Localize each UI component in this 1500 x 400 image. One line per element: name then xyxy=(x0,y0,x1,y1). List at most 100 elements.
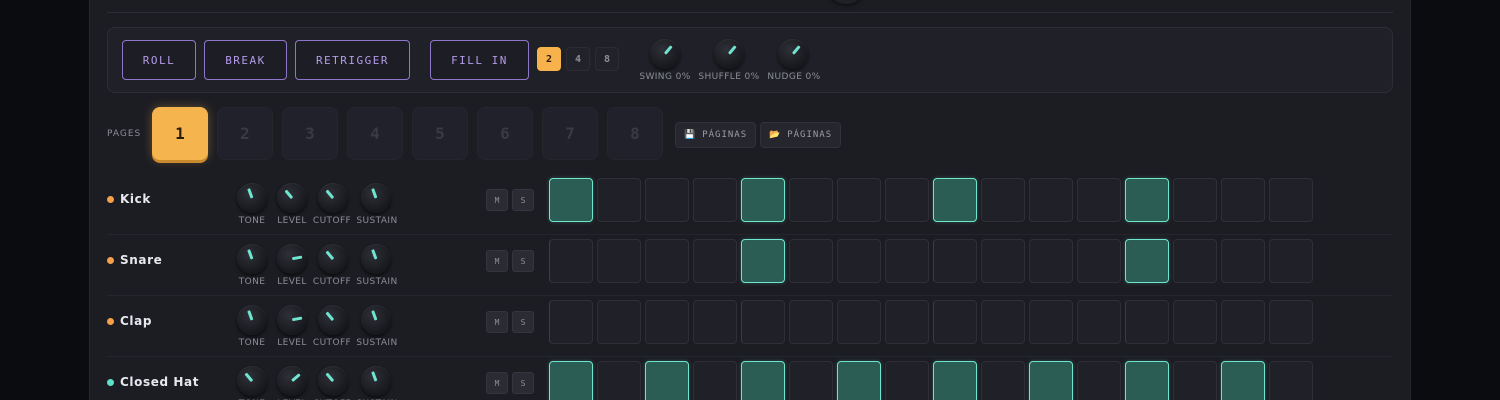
cutoff-knob[interactable] xyxy=(318,305,348,335)
page-4-button[interactable]: 4 xyxy=(347,107,403,160)
step-cell[interactable] xyxy=(885,178,929,222)
step-cell[interactable] xyxy=(645,300,689,344)
step-cell[interactable] xyxy=(549,239,593,283)
step-cell[interactable] xyxy=(1173,300,1217,344)
step-cell[interactable] xyxy=(837,239,881,283)
step-cell[interactable] xyxy=(1269,239,1313,283)
solo-button[interactable]: S xyxy=(512,311,534,333)
page-1-button[interactable]: 1 xyxy=(152,107,208,160)
step-cell[interactable] xyxy=(933,178,977,222)
step-cell[interactable] xyxy=(789,300,833,344)
step-cell[interactable] xyxy=(693,239,737,283)
step-cell[interactable] xyxy=(549,178,593,222)
step-cell[interactable] xyxy=(693,361,737,400)
step-cell[interactable] xyxy=(1173,178,1217,222)
division-4-button[interactable]: 4 xyxy=(566,47,590,71)
step-cell[interactable] xyxy=(789,239,833,283)
step-cell[interactable] xyxy=(1029,361,1073,400)
step-cell[interactable] xyxy=(1221,239,1265,283)
mute-button[interactable]: M xyxy=(486,250,508,272)
step-cell[interactable] xyxy=(837,300,881,344)
step-cell[interactable] xyxy=(1269,178,1313,222)
step-cell[interactable] xyxy=(981,300,1025,344)
tone-knob[interactable] xyxy=(237,305,267,335)
level-knob[interactable] xyxy=(277,183,307,213)
step-cell[interactable] xyxy=(885,300,929,344)
sustain-knob[interactable] xyxy=(361,244,391,274)
solo-button[interactable]: S xyxy=(512,189,534,211)
load-pages-button[interactable]: 📂 PÁGINAS xyxy=(760,122,842,148)
nudge-knob[interactable] xyxy=(778,39,808,69)
level-knob[interactable] xyxy=(277,305,307,335)
step-cell[interactable] xyxy=(981,239,1025,283)
page-5-button[interactable]: 5 xyxy=(412,107,468,160)
mute-button[interactable]: M xyxy=(486,189,508,211)
page-7-button[interactable]: 7 xyxy=(542,107,598,160)
step-cell[interactable] xyxy=(741,178,785,222)
step-cell[interactable] xyxy=(1221,300,1265,344)
step-cell[interactable] xyxy=(1125,178,1169,222)
step-cell[interactable] xyxy=(933,361,977,400)
step-cell[interactable] xyxy=(1125,361,1169,400)
page-3-button[interactable]: 3 xyxy=(282,107,338,160)
step-cell[interactable] xyxy=(741,300,785,344)
step-cell[interactable] xyxy=(549,300,593,344)
step-cell[interactable] xyxy=(741,361,785,400)
page-8-button[interactable]: 8 xyxy=(607,107,663,160)
step-cell[interactable] xyxy=(1125,300,1169,344)
level-knob[interactable] xyxy=(277,244,307,274)
step-cell[interactable] xyxy=(1173,361,1217,400)
step-cell[interactable] xyxy=(693,300,737,344)
page-2-button[interactable]: 2 xyxy=(217,107,273,160)
solo-button[interactable]: S xyxy=(512,372,534,394)
retrigger-button[interactable]: RETRIGGER xyxy=(295,40,410,80)
step-cell[interactable] xyxy=(741,239,785,283)
shuffle-knob[interactable] xyxy=(714,39,744,69)
step-cell[interactable] xyxy=(1269,361,1313,400)
cutoff-knob[interactable] xyxy=(318,366,348,396)
step-cell[interactable] xyxy=(1029,239,1073,283)
step-cell[interactable] xyxy=(933,300,977,344)
cutoff-knob[interactable] xyxy=(318,244,348,274)
step-cell[interactable] xyxy=(981,178,1025,222)
division-8-button[interactable]: 8 xyxy=(595,47,619,71)
break-button[interactable]: BREAK xyxy=(204,40,287,80)
step-cell[interactable] xyxy=(789,178,833,222)
step-cell[interactable] xyxy=(597,239,641,283)
save-pages-button[interactable]: 💾 PÁGINAS xyxy=(675,122,757,148)
page-6-button[interactable]: 6 xyxy=(477,107,533,160)
solo-button[interactable]: S xyxy=(512,250,534,272)
cutoff-knob[interactable] xyxy=(318,183,348,213)
swing-knob[interactable] xyxy=(650,39,680,69)
step-cell[interactable] xyxy=(1029,178,1073,222)
sustain-knob[interactable] xyxy=(361,305,391,335)
step-cell[interactable] xyxy=(1269,300,1313,344)
tone-knob[interactable] xyxy=(237,183,267,213)
step-cell[interactable] xyxy=(1077,178,1121,222)
roll-button[interactable]: ROLL xyxy=(122,40,196,80)
step-cell[interactable] xyxy=(1221,178,1265,222)
step-cell[interactable] xyxy=(837,361,881,400)
level-knob[interactable] xyxy=(277,366,307,396)
step-cell[interactable] xyxy=(1077,300,1121,344)
step-cell[interactable] xyxy=(597,178,641,222)
step-cell[interactable] xyxy=(1125,239,1169,283)
step-cell[interactable] xyxy=(933,239,977,283)
step-cell[interactable] xyxy=(1077,361,1121,400)
mute-button[interactable]: M xyxy=(486,311,508,333)
step-cell[interactable] xyxy=(1173,239,1217,283)
sustain-knob[interactable] xyxy=(361,366,391,396)
step-cell[interactable] xyxy=(885,361,929,400)
step-cell[interactable] xyxy=(597,361,641,400)
step-cell[interactable] xyxy=(885,239,929,283)
step-cell[interactable] xyxy=(1029,300,1073,344)
step-cell[interactable] xyxy=(693,178,737,222)
tone-knob[interactable] xyxy=(237,244,267,274)
sustain-knob[interactable] xyxy=(361,183,391,213)
step-cell[interactable] xyxy=(549,361,593,400)
step-cell[interactable] xyxy=(1221,361,1265,400)
step-cell[interactable] xyxy=(837,178,881,222)
fill-in-button[interactable]: FILL IN xyxy=(430,40,529,80)
step-cell[interactable] xyxy=(645,239,689,283)
step-cell[interactable] xyxy=(597,300,641,344)
